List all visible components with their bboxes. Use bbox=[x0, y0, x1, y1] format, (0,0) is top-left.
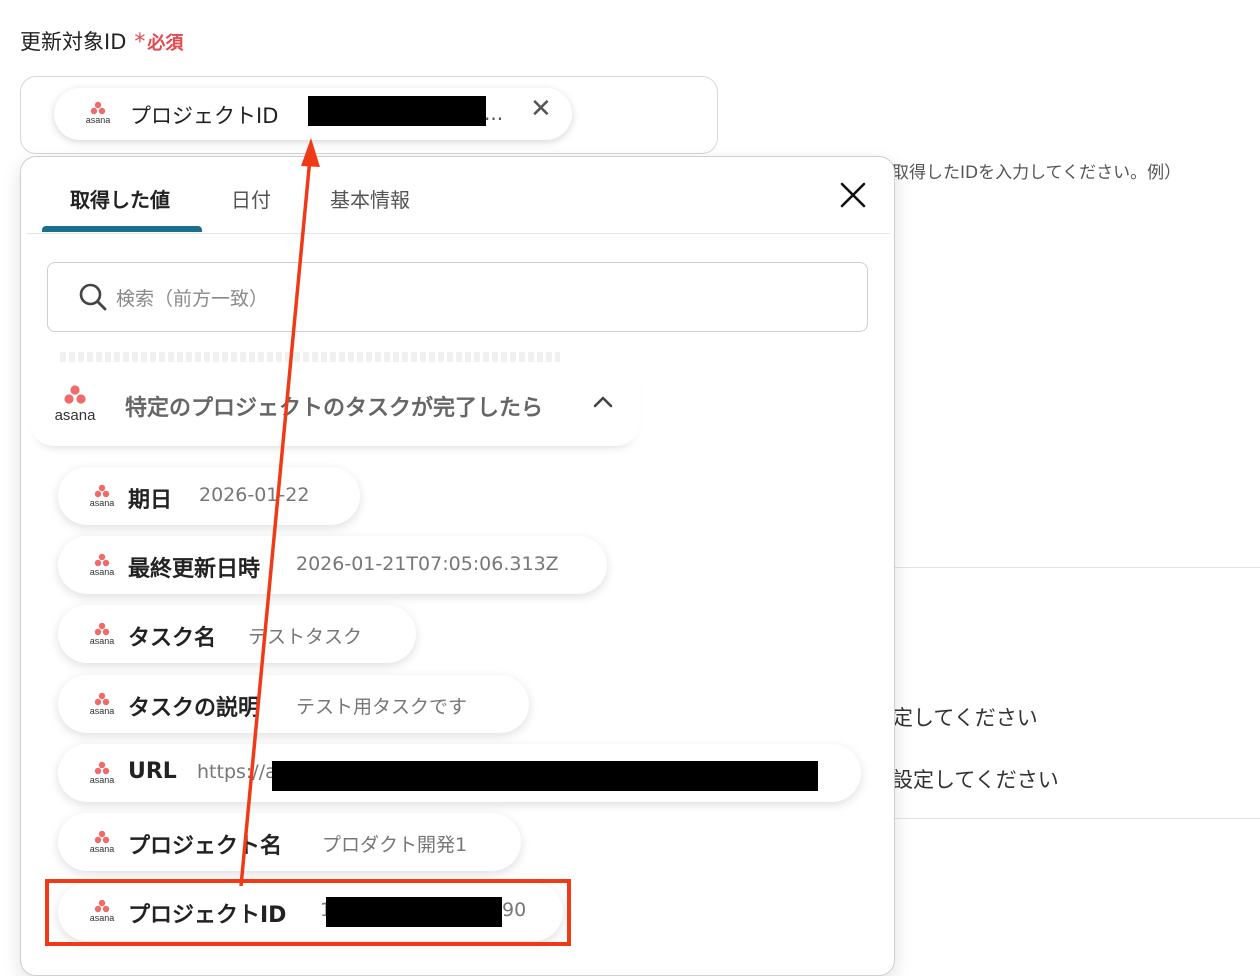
close-icon[interactable] bbox=[838, 180, 868, 216]
active-tab-indicator bbox=[42, 226, 202, 232]
search-input[interactable] bbox=[114, 282, 818, 316]
list-item-value: テストタスク bbox=[248, 626, 363, 648]
background-text-2: 設定してください bbox=[892, 768, 1059, 792]
redacted-value bbox=[272, 761, 818, 791]
svg-text:asana: asana bbox=[55, 407, 97, 424]
asana-logo-icon: asana bbox=[90, 761, 115, 785]
list-item-value: テスト用タスクです bbox=[296, 696, 468, 718]
list-item-key: プロジェクト名 bbox=[128, 834, 283, 859]
required-star: * bbox=[134, 30, 146, 55]
asana-logo-icon: asana bbox=[55, 385, 97, 424]
svg-text:asana: asana bbox=[90, 913, 115, 923]
svg-text:asana: asana bbox=[86, 115, 111, 125]
tab-basic-info[interactable]: 基本情報 bbox=[330, 184, 410, 213]
tab-divider bbox=[26, 233, 890, 234]
chip-remove-icon[interactable]: ✕ bbox=[530, 96, 552, 122]
svg-text:asana: asana bbox=[90, 775, 115, 785]
scrolled-content-edge bbox=[60, 352, 560, 362]
group-title: 特定のプロジェクトのタスクが完了したら bbox=[125, 396, 544, 421]
field-label-text: 更新対象ID bbox=[20, 30, 127, 54]
asana-logo-icon: asana bbox=[90, 830, 115, 854]
required-badge: 必須 bbox=[147, 33, 184, 54]
asana-logo-icon: asana bbox=[90, 622, 115, 646]
list-item-value: https://a bbox=[197, 761, 277, 783]
list-item-key: プロジェクトID bbox=[128, 903, 287, 928]
list-item-key: URL bbox=[128, 759, 177, 784]
asana-logo-icon: asana bbox=[90, 553, 115, 577]
svg-text:asana: asana bbox=[90, 706, 115, 716]
list-item-value: プロダクト開発1 bbox=[322, 834, 468, 856]
background-text-1: 定してください bbox=[892, 706, 1038, 730]
divider bbox=[895, 818, 1260, 819]
asana-logo-icon: asana bbox=[90, 484, 115, 508]
list-item-key: 最終更新日時 bbox=[128, 557, 261, 582]
chip-label: プロジェクトID bbox=[130, 104, 279, 128]
svg-text:asana: asana bbox=[90, 498, 115, 508]
search-icon bbox=[79, 283, 107, 311]
list-item-key: タスクの説明 bbox=[128, 696, 261, 721]
tab-obtained-values[interactable]: 取得した値 bbox=[70, 184, 170, 213]
list-item-key: タスク名 bbox=[128, 626, 217, 651]
svg-text:asana: asana bbox=[90, 567, 115, 577]
list-item-key: 期日 bbox=[128, 488, 173, 513]
asana-logo-icon: asana bbox=[86, 101, 111, 125]
svg-text:asana: asana bbox=[90, 636, 115, 646]
svg-text:asana: asana bbox=[90, 844, 115, 854]
field-label: 更新対象ID * 必須 bbox=[20, 26, 183, 56]
redacted-value bbox=[326, 897, 502, 927]
asana-logo-icon: asana bbox=[90, 692, 115, 716]
field-hint: 取得したIDを入力してください。例） bbox=[892, 163, 1182, 183]
list-item-value-tail: 90 bbox=[502, 899, 527, 921]
chevron-up-icon[interactable] bbox=[590, 392, 616, 412]
list-item-value: 2026-01-22 bbox=[199, 484, 310, 506]
asana-logo-icon: asana bbox=[90, 899, 115, 923]
divider bbox=[895, 567, 1260, 568]
chip-ellipsis: ... bbox=[484, 101, 504, 125]
list-item-value: 2026-01-21T07:05:06.313Z bbox=[296, 553, 559, 575]
redacted-value bbox=[308, 96, 486, 126]
tab-date[interactable]: 日付 bbox=[231, 184, 271, 213]
